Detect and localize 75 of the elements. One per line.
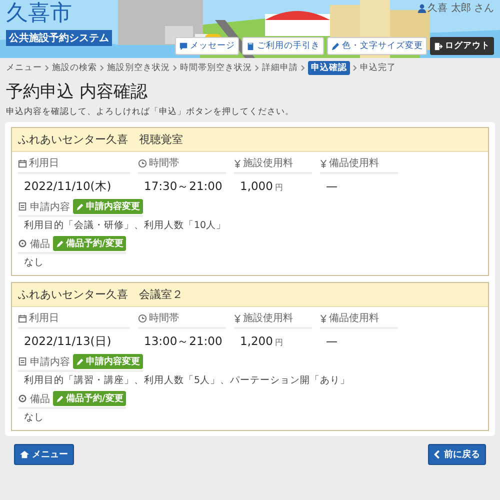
yen-icon [234,158,241,168]
field-value: 2022/11/13(日) [24,334,112,348]
unit-text: 円 [274,183,283,192]
guide-button[interactable]: ご利用の手引き [242,37,324,55]
section-text: なし [23,256,45,270]
field-label-text: 備品使用料 [329,312,379,325]
breadcrumb-item[interactable]: 申込完了 [360,62,396,74]
facility-title: ふれあいセンター久喜 視聴覚室 [12,128,488,152]
chevron-right-icon [100,65,104,71]
logout-icon [434,42,443,50]
pencil-icon [56,394,64,402]
speech-bubble-icon [179,42,188,50]
section-label: 備品 [30,392,50,406]
section-label: 申請内容 [30,356,70,368]
clock-icon [138,158,147,168]
document-icon [18,202,27,211]
breadcrumb-item[interactable]: 詳細申請 [262,62,298,74]
field-value: — [326,334,338,348]
field-label-text: 時間帯 [149,156,179,170]
page-title: 予約申込 内容確認 [6,81,148,103]
section-label: 申請内容 [30,200,70,214]
field-label-text: 利用日 [29,312,59,325]
chevron-right-icon [173,65,177,71]
calendar-icon [18,158,27,168]
section-text: 利用目的「会議・研修」、利用人数「10人」 [23,219,228,233]
field-value: 2022/11/10(木) [24,179,112,193]
section-text: 利用目的「講習・講座」、利用人数「5人」、パーテーション開「あり」 [23,374,352,388]
breadcrumb-item[interactable]: メニュー [6,62,42,74]
yen-icon [320,314,327,322]
chevron-right-icon [301,65,305,71]
home-icon [20,450,29,459]
yen-icon [320,158,327,168]
breadcrumb-item[interactable]: 施設の検索 [52,62,97,74]
person-icon [418,4,426,12]
pencil-icon [331,42,340,50]
field-value: — [326,179,338,193]
system-name: 公共施設予約システム [6,30,112,46]
pencil-icon [76,358,84,366]
field-value: 1,000 [240,179,273,193]
field-value: 1,200 [240,334,273,348]
calendar-icon [18,314,27,322]
field-label-text: 施設使用料 [243,312,293,325]
chevron-right-icon [255,65,259,71]
gear-icon [18,394,27,403]
clock-icon [138,314,147,322]
city-name: 久喜市 [6,0,73,28]
pencil-icon [76,202,84,210]
field-label-text: 時間帯 [149,312,179,325]
breadcrumb-item[interactable]: 時間帯別空き状況 [180,62,252,74]
gear-icon [18,239,27,248]
message-button[interactable]: メッセージ [175,37,239,55]
instruction-text: 申込内容を確認して、よろしければ「申込」ボタンを押してください。 [6,106,295,118]
chevron-left-icon [434,450,441,459]
back-button[interactable]: 前に戻る [428,444,486,465]
unit-text: 円 [274,338,283,347]
style-button[interactable]: 色・文字サイズ変更 [327,37,427,55]
user-name: 久喜 太郎 さん [428,2,494,15]
breadcrumb-item: 申込確認 [308,61,350,75]
chevron-right-icon [353,65,357,71]
field-label-text: 施設使用料 [243,156,293,170]
section-label: 備品 [30,238,50,250]
logout-button[interactable]: ログアウト [430,37,494,55]
section-text: なし [23,411,45,425]
field-label-text: 利用日 [29,156,59,170]
field-value: 17:30～21:00 [144,179,222,193]
document-icon [18,357,27,366]
book-icon [246,42,255,50]
field-label-text: 備品使用料 [329,156,379,170]
yen-icon [234,314,241,322]
breadcrumb-item[interactable]: 施設別空き状況 [107,62,170,74]
pencil-icon [56,240,64,248]
field-value: 13:00～21:00 [144,334,222,348]
menu-button[interactable]: メニュー [14,444,74,465]
chevron-right-icon [45,65,49,71]
facility-title: ふれあいセンター久喜 会議室２ [12,283,488,307]
